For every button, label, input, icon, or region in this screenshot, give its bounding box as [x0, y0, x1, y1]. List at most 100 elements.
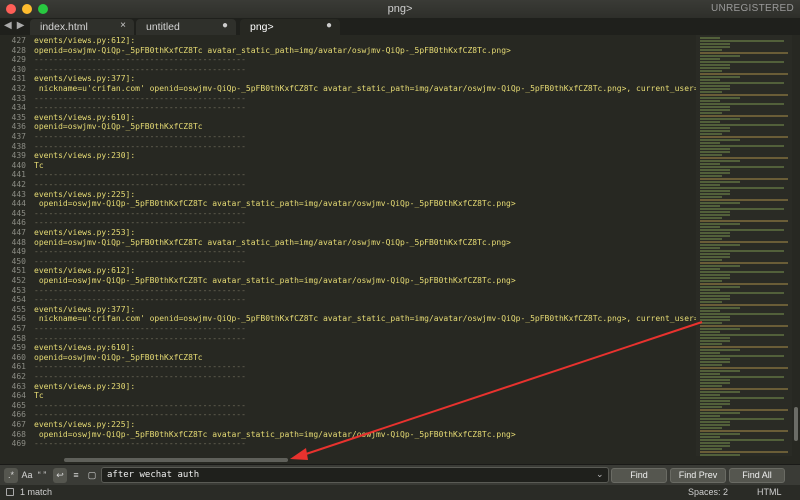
- minimap-line: [700, 232, 730, 234]
- whole-word-toggle[interactable]: “ ”: [35, 468, 49, 483]
- line-number: 439: [11, 151, 26, 161]
- code-token: openid=oswjmv-QiQp-_5pFB0thKxfCZ8Tc: [34, 352, 203, 362]
- minimap-line: [700, 373, 720, 375]
- minimap-line: [700, 280, 722, 282]
- code-token: ----------------------------------------…: [34, 170, 246, 180]
- vertical-scrollbar[interactable]: [792, 35, 800, 456]
- line-number: 469: [11, 439, 26, 449]
- close-icon[interactable]: ×: [120, 20, 126, 31]
- find-panel: .* Aa “ ” ↩ ≡ ▢ ⌄ Find Find Prev Find Al…: [0, 464, 800, 485]
- minimap-line: [700, 292, 784, 294]
- code-text: events/views.py:610]:: [34, 343, 135, 353]
- minimap-line: [700, 274, 730, 276]
- minimap-line: [700, 304, 788, 306]
- minimap-line: [700, 256, 730, 258]
- minimap-line: [700, 244, 740, 246]
- wrap-toggle[interactable]: ↩: [53, 468, 67, 483]
- line-number: 446: [11, 218, 26, 228]
- code-text: ----------------------------------------…: [34, 132, 246, 142]
- minimap[interactable]: [696, 35, 792, 456]
- line-number: 452: [11, 276, 26, 285]
- minimap-line: [700, 409, 788, 411]
- minimap-line: [700, 52, 788, 54]
- horizontal-scrollbar[interactable]: [0, 456, 696, 464]
- chevron-down-icon[interactable]: ⌄: [596, 469, 604, 480]
- panel-toggle-icon[interactable]: [6, 488, 14, 496]
- minimap-line: [700, 229, 784, 231]
- code-text: openid=oswjmv-QiQp-_5pFB0thKxfCZ8Tc avat…: [34, 199, 516, 209]
- code-text: openid=oswjmv-QiQp-_5pFB0thKxfCZ8Tc avat…: [34, 430, 516, 440]
- tab-png[interactable]: png> ●: [240, 19, 340, 35]
- case-toggle[interactable]: Aa: [20, 468, 34, 483]
- minimap-line: [700, 415, 720, 417]
- line-number: 463: [11, 381, 26, 391]
- minimap-line: [700, 139, 740, 141]
- code-text: openid=oswjmv-QiQp-_5pFB0thKxfCZ8Tc avat…: [34, 276, 516, 286]
- minimap-line: [700, 436, 720, 438]
- code-text: nickname=u'crifan.com' openid=oswjmv-QiQ…: [34, 314, 737, 324]
- line-number: 459: [11, 343, 26, 353]
- code-text: openid=oswjmv-QiQp-_5pFB0thKxfCZ8Tc avat…: [34, 46, 511, 56]
- code-text: events/views.py:225]:: [34, 190, 135, 200]
- line-number: 437: [11, 132, 26, 141]
- find-button[interactable]: Find: [611, 468, 667, 483]
- minimap-line: [700, 442, 730, 444]
- code-text: events/views.py:612]:: [34, 36, 135, 46]
- code-token: ----------------------------------------…: [34, 218, 246, 228]
- minimap-line: [700, 424, 730, 426]
- minimap-line: [700, 346, 788, 348]
- tab-label: index.html: [40, 21, 88, 33]
- syntax-selector[interactable]: HTML: [757, 487, 782, 497]
- code-text: ----------------------------------------…: [34, 410, 246, 420]
- minimap-line: [700, 316, 730, 318]
- minimap-line: [700, 328, 740, 330]
- code-text: ----------------------------------------…: [34, 334, 246, 344]
- unsaved-dot-icon[interactable]: ●: [326, 20, 332, 31]
- tab-navigation: ◀ ▶: [4, 20, 24, 31]
- minimap-line: [700, 361, 730, 363]
- minimap-line: [700, 37, 720, 39]
- minimap-line: [700, 58, 720, 60]
- code-text: events/views.py:230]:: [34, 151, 135, 161]
- in-selection-toggle[interactable]: ≡: [69, 468, 83, 483]
- code-token: ----------------------------------------…: [34, 64, 246, 74]
- line-number: 462: [11, 372, 26, 381]
- tab-index-html[interactable]: index.html ×: [30, 19, 134, 35]
- minimap-line: [700, 325, 788, 327]
- minimap-line: [700, 202, 740, 204]
- horizontal-scroll-thumb[interactable]: [64, 458, 288, 462]
- minimap-line: [700, 97, 740, 99]
- minimap-line: [700, 76, 740, 78]
- indentation-setting[interactable]: Spaces: 2: [688, 487, 728, 497]
- code-token: events/views.py:230]:: [34, 151, 136, 161]
- code-token: ----------------------------------------…: [34, 439, 246, 449]
- code-text: Tc: [34, 161, 44, 171]
- line-number: 442: [11, 180, 26, 189]
- code-token: events/views.py:610]:: [34, 112, 136, 122]
- tab-untitled[interactable]: untitled ●: [136, 19, 236, 35]
- minimap-line: [700, 340, 730, 342]
- minimap-line: [700, 148, 730, 150]
- tab-prev-icon[interactable]: ◀: [4, 20, 12, 31]
- minimap-line: [700, 418, 784, 420]
- find-prev-button[interactable]: Find Prev: [670, 468, 726, 483]
- editor-area[interactable]: 427 events/views.py:612]: 428 openid=oswjmv…: [0, 35, 800, 456]
- highlight-toggle[interactable]: ▢: [85, 468, 99, 483]
- unsaved-dot-icon[interactable]: ●: [222, 20, 228, 31]
- minimap-line: [700, 73, 788, 75]
- find-input[interactable]: [101, 467, 609, 483]
- find-all-button[interactable]: Find All: [729, 468, 785, 483]
- regex-toggle[interactable]: .*: [4, 468, 18, 483]
- tab-next-icon[interactable]: ▶: [17, 20, 25, 31]
- match-count: 1 match: [20, 487, 53, 497]
- minimap-line: [700, 214, 730, 216]
- line-number: 436: [11, 122, 26, 132]
- vertical-scroll-thumb[interactable]: [794, 407, 798, 441]
- minimap-line: [700, 55, 740, 57]
- minimap-line: [700, 46, 730, 48]
- line-number: 443: [11, 189, 26, 199]
- minimap-line: [700, 175, 722, 177]
- code-token: ----------------------------------------…: [34, 295, 246, 305]
- minimap-line: [700, 433, 740, 435]
- line-number: 456: [11, 314, 26, 324]
